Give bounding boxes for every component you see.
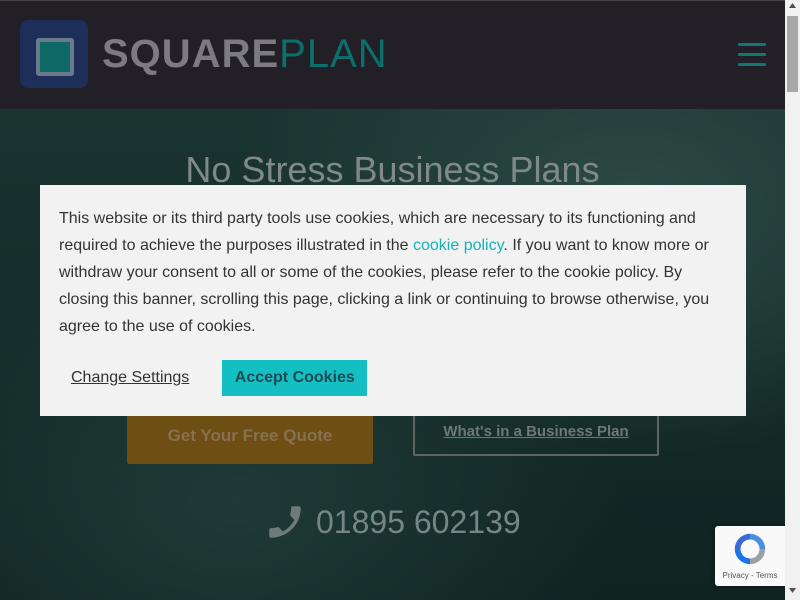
vertical-scrollbar[interactable]	[785, 0, 800, 600]
logo-text-light: PLAN	[279, 32, 388, 76]
logo-mark-icon	[20, 20, 88, 88]
recaptcha-icon	[734, 533, 766, 565]
hamburger-menu-icon[interactable]	[738, 43, 766, 67]
accept-cookies-button[interactable]: Accept Cookies	[222, 360, 368, 396]
scroll-up-arrow-icon[interactable]	[785, 2, 800, 14]
phone-contact[interactable]: 01895 602139	[264, 501, 521, 543]
scroll-down-arrow-icon[interactable]	[785, 586, 800, 598]
phone-icon	[269, 506, 301, 538]
change-settings-link[interactable]: Change Settings	[71, 369, 189, 387]
recaptcha-badge[interactable]: Privacy - Terms	[715, 526, 785, 586]
cookie-banner: This website or its third party tools us…	[40, 185, 746, 416]
logo-text: SQUAREPLAN	[102, 34, 388, 74]
logo-text-bold: SQUARE	[102, 32, 280, 76]
logo[interactable]: SQUAREPLAN	[20, 20, 388, 88]
cookie-text: This website or its third party tools us…	[59, 205, 727, 340]
cookie-policy-link[interactable]: cookie policy	[413, 237, 503, 254]
recaptcha-links[interactable]: Privacy - Terms	[715, 571, 785, 580]
phone-number: 01895 602139	[316, 503, 521, 540]
site-header: SQUAREPLAN	[0, 0, 785, 109]
cookie-actions: Change Settings Accept Cookies	[71, 360, 368, 396]
scrollbar-thumb[interactable]	[787, 16, 798, 92]
